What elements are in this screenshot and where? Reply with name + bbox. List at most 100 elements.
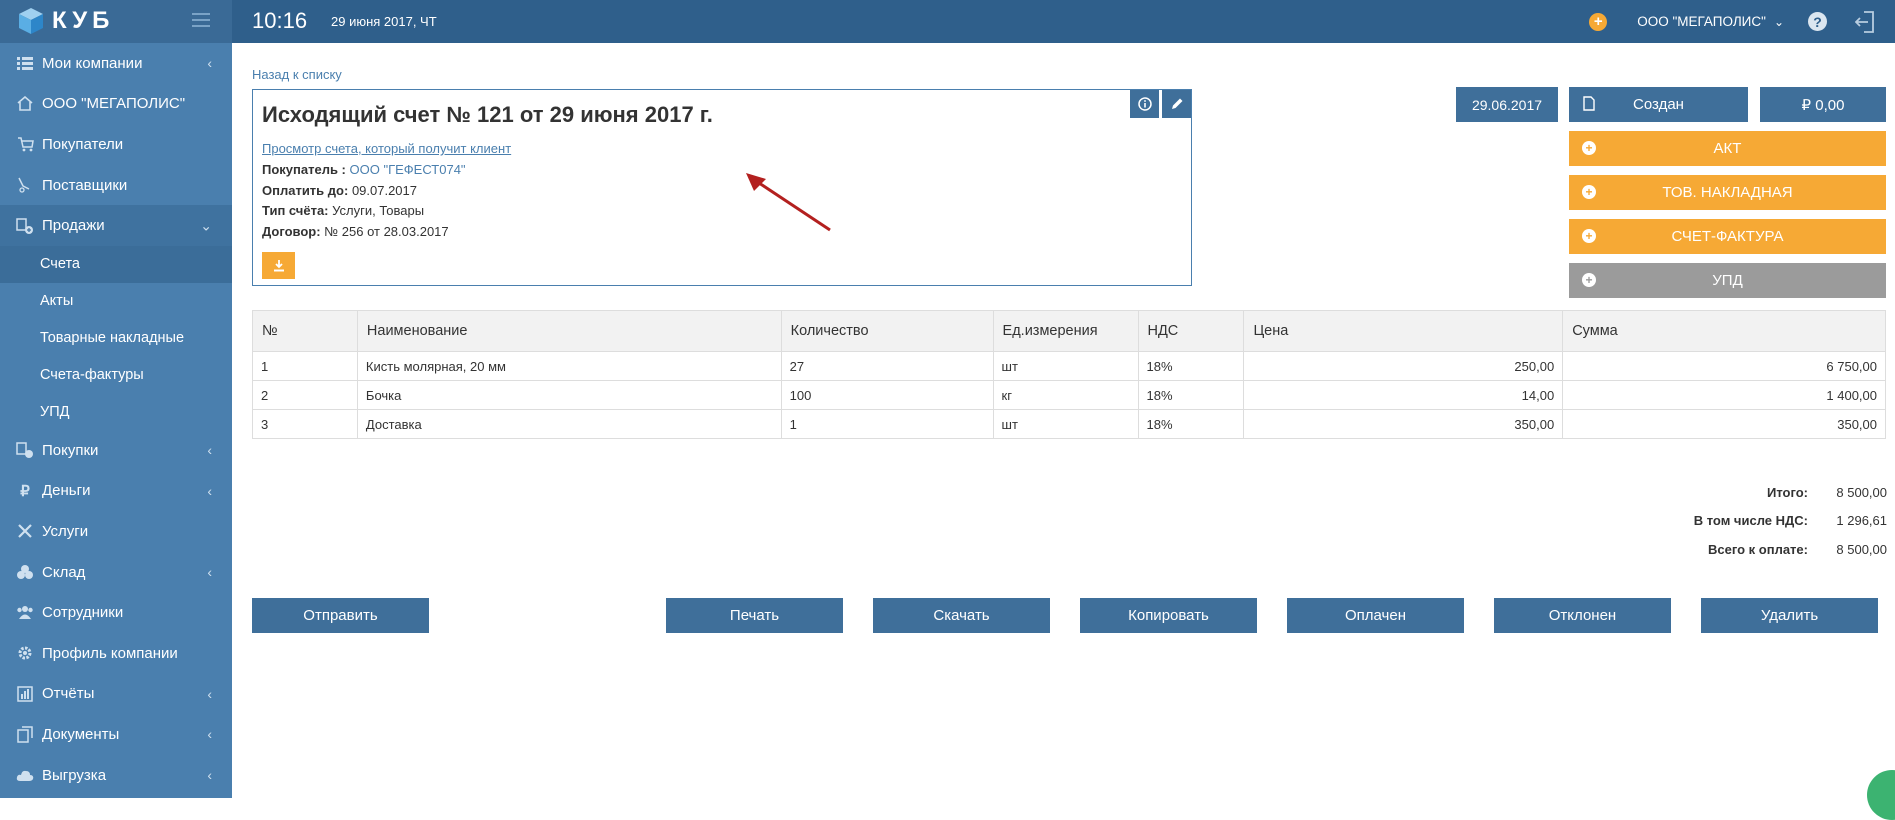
sidebar-subitem-upd[interactable]: УПД (0, 393, 232, 430)
logout-icon[interactable] (1855, 10, 1875, 33)
page-title: Исходящий счет № 121 от 29 июня 2017 г. (262, 102, 713, 127)
sidebar-item-label: Склад (42, 563, 86, 581)
column-header[interactable]: Ед.измерения (992, 310, 1139, 352)
current-time: 10:16 (252, 8, 308, 33)
paid-amount-button[interactable]: ₽ 0,00 (1760, 87, 1886, 122)
menu-toggle-icon[interactable] (192, 13, 210, 29)
annotation-arrow-icon (746, 173, 831, 232)
warehouse-icon (14, 563, 36, 581)
due-row: Всего к оплате: 8 500,00 (1694, 535, 1887, 564)
sidebar-item-sales[interactable]: Продажи ⌄ (0, 205, 232, 246)
create-upd-label: УПД (1712, 272, 1743, 289)
sidebar-item-export[interactable]: Выгрузка ‹ (0, 755, 232, 796)
table-row: 1 Кисть молярная, 20 мм 27 шт 18% 250,00… (252, 351, 1886, 381)
purchases-icon (14, 441, 36, 459)
sidebar-item-reports[interactable]: Отчёты ‹ (0, 674, 232, 715)
column-header[interactable]: Количество (780, 310, 994, 352)
create-waybill-label: ТОВ. НАКЛАДНАЯ (1662, 184, 1793, 201)
sidebar-item-label: Продажи (42, 217, 105, 235)
sidebar-item-label: Документы (42, 725, 120, 743)
sidebar-item-company-profile[interactable]: Профиль компании (0, 633, 232, 674)
sidebar-item-money[interactable]: ₽ Деньги ‹ (0, 471, 232, 512)
contract-label: Договор: (262, 223, 321, 239)
users-icon (14, 604, 36, 622)
mark-paid-button[interactable]: Оплачен (1287, 598, 1464, 633)
sidebar-item-label: Профиль компании (42, 644, 178, 662)
sales-submenu: Счета Акты Товарные накладные Счета-факт… (0, 245, 232, 430)
table-cell: 14,00 (1243, 380, 1564, 410)
sidebar-item-label: Услуги (42, 522, 89, 540)
download-doc-button[interactable]: Скачать (873, 598, 1050, 633)
create-tax-invoice-button[interactable]: + СЧЕТ-ФАКТУРА (1569, 219, 1886, 254)
column-header[interactable]: НДС (1137, 310, 1245, 352)
column-header[interactable]: Наименование (356, 310, 782, 352)
create-waybill-button[interactable]: + ТОВ. НАКЛАДНАЯ (1569, 175, 1886, 210)
back-to-list-link[interactable]: Назад к списку (252, 67, 342, 82)
chat-widget-icon[interactable] (1867, 770, 1895, 820)
create-act-button[interactable]: + АКТ (1569, 131, 1886, 166)
sidebar-subitem-waybills[interactable]: Товарные накладные (0, 320, 232, 357)
sidebar-subitem-invoices[interactable]: Счета (0, 245, 232, 283)
copy-button[interactable]: Копировать (1080, 598, 1257, 633)
company-selector[interactable]: ООО "МЕГАПОЛИС" ⌄ (1637, 14, 1784, 29)
sidebar-item-suppliers[interactable]: Поставщики (0, 165, 232, 206)
logo[interactable]: КУБ (16, 6, 114, 36)
sidebar-item-documents[interactable]: Документы ‹ (0, 714, 232, 755)
vat-row: В том числе НДС: 1 296,61 (1694, 507, 1887, 536)
print-button[interactable]: Печать (666, 598, 843, 633)
column-header[interactable]: № (252, 310, 358, 352)
status-button[interactable]: Создан (1569, 87, 1748, 122)
gear-icon (14, 644, 36, 662)
company-name: ООО "МЕГАПОЛИС" (1637, 14, 1766, 29)
table-cell: 18% (1137, 380, 1245, 410)
cart-icon (14, 135, 36, 153)
reject-button[interactable]: Отклонен (1494, 598, 1671, 633)
logo-bar: КУБ (0, 0, 232, 43)
sidebar-item-services[interactable]: Услуги (0, 511, 232, 552)
add-icon[interactable]: + (1589, 12, 1608, 31)
chevron-left-icon: ‹ (207, 564, 212, 581)
sidebar-item-my-companies[interactable]: Мои компании ‹ (0, 43, 232, 84)
pencil-icon (1171, 98, 1182, 109)
table-row: 3 Доставка 1 шт 18% 350,00 350,00 (252, 409, 1886, 439)
sidebar-item-warehouse[interactable]: Склад ‹ (0, 552, 232, 593)
sidebar-item-label: Отчёты (42, 685, 95, 703)
chevron-left-icon: ‹ (207, 685, 212, 702)
total-label: Итого: (1767, 484, 1808, 500)
edit-button[interactable] (1162, 90, 1191, 118)
contract-value: № 256 от 28.03.2017 (324, 223, 449, 239)
table-cell: 250,00 (1243, 351, 1564, 381)
delete-button[interactable]: Удалить (1701, 598, 1878, 633)
table-cell: Кисть молярная, 20 мм (356, 351, 782, 381)
truck-icon (14, 176, 36, 194)
sidebar-item-company[interactable]: ООО "МЕГАПОЛИС" (0, 84, 232, 125)
column-header[interactable]: Цена (1243, 310, 1564, 352)
create-upd-button[interactable]: + УПД (1569, 263, 1886, 298)
table-cell: 100 (780, 380, 994, 410)
sidebar-subitem-tax-invoices[interactable]: Счета-фактуры (0, 356, 232, 393)
sidebar-item-purchases[interactable]: Покупки ‹ (0, 430, 232, 471)
invoice-type-value: Услуги, Товары (332, 203, 425, 218)
sidebar-item-employees[interactable]: Сотрудники (0, 592, 232, 633)
table-cell: 27 (780, 351, 994, 381)
sidebar-item-label: Сотрудники (42, 604, 124, 622)
sidebar-item-buyers[interactable]: Покупатели (0, 124, 232, 165)
chevron-down-icon: ⌄ (1773, 14, 1784, 29)
plus-icon: + (1582, 229, 1596, 243)
help-icon[interactable]: ? (1808, 12, 1827, 31)
table-cell: Доставка (356, 409, 782, 439)
buyer-link[interactable]: ООО "ГЕФЕСТ074" (350, 162, 466, 177)
send-button[interactable]: Отправить (252, 598, 429, 633)
client-preview-link[interactable]: Просмотр счета, который получит клиент (262, 141, 511, 156)
download-button[interactable] (262, 252, 295, 279)
table-cell: 18% (1137, 351, 1245, 381)
invoice-type-label: Тип счёта: (262, 203, 329, 218)
table-cell: 1 (780, 409, 994, 439)
table-cell: 350,00 (1243, 409, 1564, 439)
sidebar-subitem-acts[interactable]: Акты (0, 283, 232, 320)
cloud-icon (14, 766, 36, 784)
document-icon (1583, 96, 1595, 111)
info-button[interactable] (1130, 90, 1159, 118)
column-header[interactable]: Сумма (1562, 310, 1886, 352)
info-icon (1137, 97, 1152, 111)
